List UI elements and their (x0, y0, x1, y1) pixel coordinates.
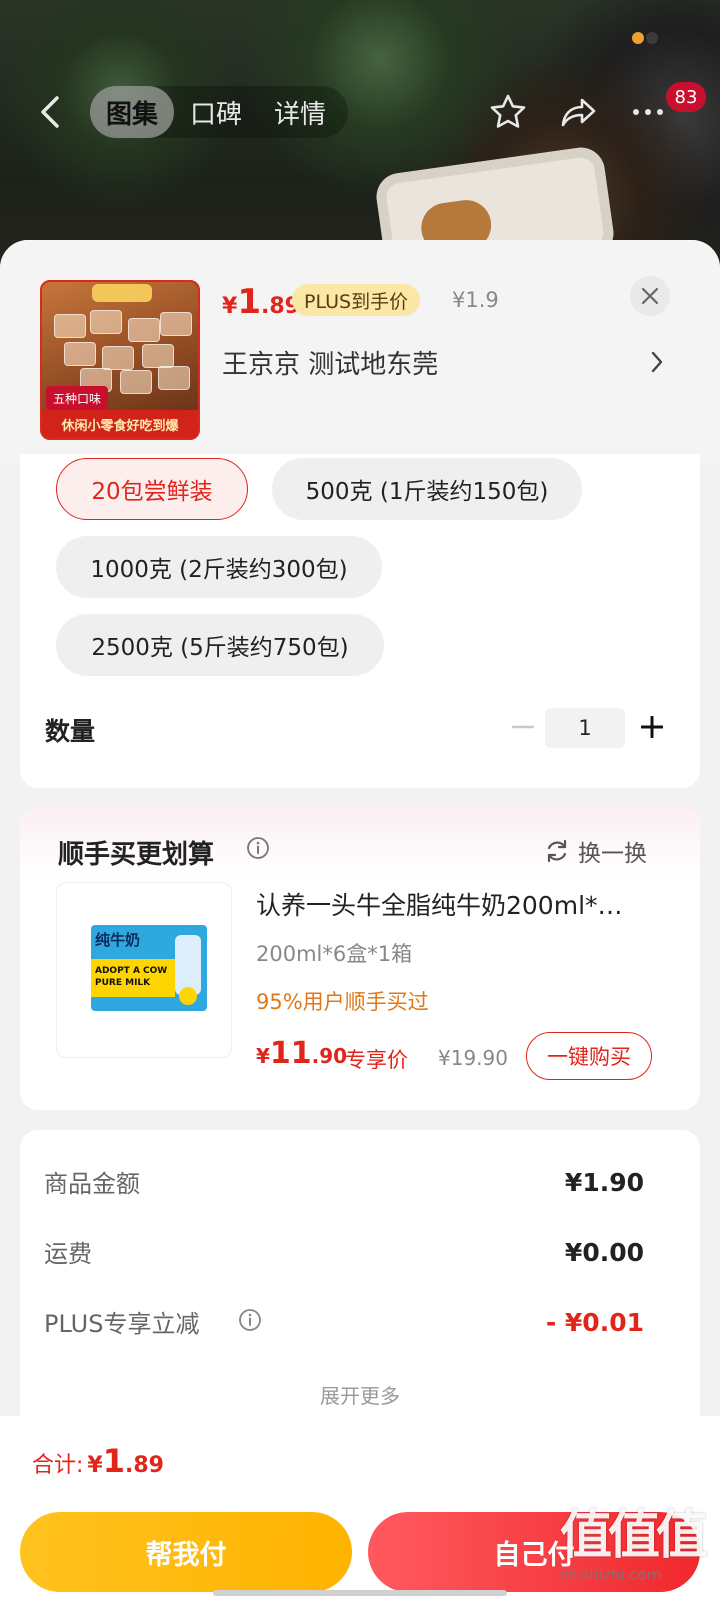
product-price: ¥ 1 .89 (222, 282, 300, 322)
chevron-left-icon (41, 96, 59, 128)
bundle-title: 顺手买更划算 (58, 840, 215, 870)
refresh-icon (547, 839, 567, 863)
tab-reviews[interactable]: 口碑 (174, 86, 258, 138)
shipping-label: 运费 (44, 1240, 92, 1268)
thumbnail-brand-label (92, 284, 152, 302)
notification-badge: 83 (666, 82, 706, 112)
thumbnail-slogan: 休闲小零食好吃到爆 (42, 410, 198, 438)
original-price: ¥1.9 (452, 288, 499, 312)
milk-product-image[interactable]: 纯牛奶 ADOPT A COW PURE MILK (56, 882, 232, 1058)
status-indicator-icon (632, 32, 662, 46)
quantity-label: 数量 (45, 717, 96, 746)
milk-price: ¥ 11 .90 (256, 1036, 348, 1071)
milk-product-name[interactable]: 认养一头牛全脂纯牛奶200ml*… (256, 886, 656, 922)
spec-option-2500g[interactable]: 2500克 (5斤装约750包) (56, 614, 384, 676)
info-icon[interactable] (238, 1308, 262, 1332)
tab-gallery[interactable]: 图集 (90, 86, 175, 138)
purchase-sheet: 五种口味 休闲小零食好吃到爆 ¥ 1 .89 PLUS到手价 ¥1.9 王京京 … (0, 240, 720, 1600)
milk-popularity: 95%用户顺手买过 (256, 990, 429, 1014)
delivery-address[interactable]: 王京京 测试地东莞 (222, 344, 438, 381)
address-arrow-button[interactable] (650, 350, 664, 378)
price-integer: 1 (237, 282, 261, 322)
spec-selector: 20包尝鲜装 500克 (1斤装约150包) 1000克 (2斤装约300包) … (20, 454, 700, 788)
total-label: 合计: (32, 1453, 84, 1478)
milk-box-subtitle: ADOPT A COW PURE MILK (95, 966, 168, 988)
tab-details[interactable]: 详情 (258, 86, 342, 138)
star-icon (490, 94, 526, 128)
thumbnail-snack-pile (50, 308, 194, 394)
product-thumbnail: 五种口味 休闲小零食好吃到爆 (40, 280, 200, 440)
close-button[interactable] (630, 276, 670, 316)
milk-product-spec: 200ml*6盒*1箱 (256, 942, 413, 966)
chevron-right-icon (651, 351, 663, 373)
spec-option-1000g[interactable]: 1000克 (2斤装约300包) (56, 536, 382, 598)
minus-icon (512, 725, 534, 729)
back-button[interactable] (30, 92, 70, 132)
quantity-decrease-button[interactable] (508, 712, 538, 742)
milk-box-title: 纯牛奶 (95, 931, 141, 949)
order-total: 合计: ¥ 1 .89 (32, 1442, 164, 1480)
info-icon[interactable] (246, 836, 270, 860)
share-button[interactable] (556, 90, 600, 134)
swap-button[interactable]: 换一换 (544, 834, 647, 868)
exclusive-price-label: 专享价 (345, 1048, 408, 1072)
product-header: 五种口味 休闲小零食好吃到爆 ¥ 1 .89 PLUS到手价 ¥1.9 王京京 … (0, 240, 720, 464)
one-click-buy-button[interactable]: 一键购买 (526, 1032, 652, 1080)
order-summary: 商品金额 ¥1.90 运费 ¥0.00 PLUS专享立减 - ¥0.01 展开更… (20, 1130, 700, 1430)
milk-original-price: ¥19.90 (438, 1046, 508, 1070)
gallery-tabs: 图集 口碑 详情 (90, 86, 348, 138)
plus-discount-label: PLUS专享立减 (44, 1310, 200, 1338)
more-button[interactable] (626, 90, 670, 134)
shipping-value: ¥0.00 (564, 1238, 644, 1267)
plus-price-tag: PLUS到手价 (292, 284, 421, 316)
milk-box-illustration: 纯牛奶 ADOPT A COW PURE MILK (91, 925, 207, 1011)
close-icon (641, 287, 659, 305)
site-watermark: 值值值 zhizhizhi.com (560, 1506, 708, 1584)
favorite-button[interactable] (486, 90, 530, 134)
quantity-input[interactable]: 1 (545, 708, 625, 748)
expand-more-link[interactable]: 展开更多 (20, 1380, 700, 1409)
price-currency: ¥ (222, 294, 238, 319)
more-dots-icon (633, 109, 663, 115)
subtotal-value: ¥1.90 (564, 1168, 644, 1197)
help-me-pay-button[interactable]: 帮我付 (20, 1512, 352, 1592)
subtotal-label: 商品金额 (44, 1170, 140, 1198)
bundle-recommendation: 顺手买更划算 换一换 纯牛奶 ADOPT A COW PURE MILK 认养一… (20, 806, 700, 1110)
plus-discount-value: - ¥0.01 (545, 1308, 644, 1337)
swap-label: 换一换 (578, 841, 647, 867)
plus-icon (641, 716, 663, 738)
quantity-increase-button[interactable] (635, 710, 669, 744)
spec-option-500g[interactable]: 500克 (1斤装约150包) (272, 458, 582, 520)
home-indicator[interactable] (213, 1590, 507, 1596)
thumbnail-flavor-tag: 五种口味 (46, 386, 108, 410)
spec-option-trial[interactable]: 20包尝鲜装 (56, 458, 248, 520)
top-navigation-bar: 图集 口碑 详情 (0, 82, 720, 146)
share-icon (561, 98, 596, 127)
